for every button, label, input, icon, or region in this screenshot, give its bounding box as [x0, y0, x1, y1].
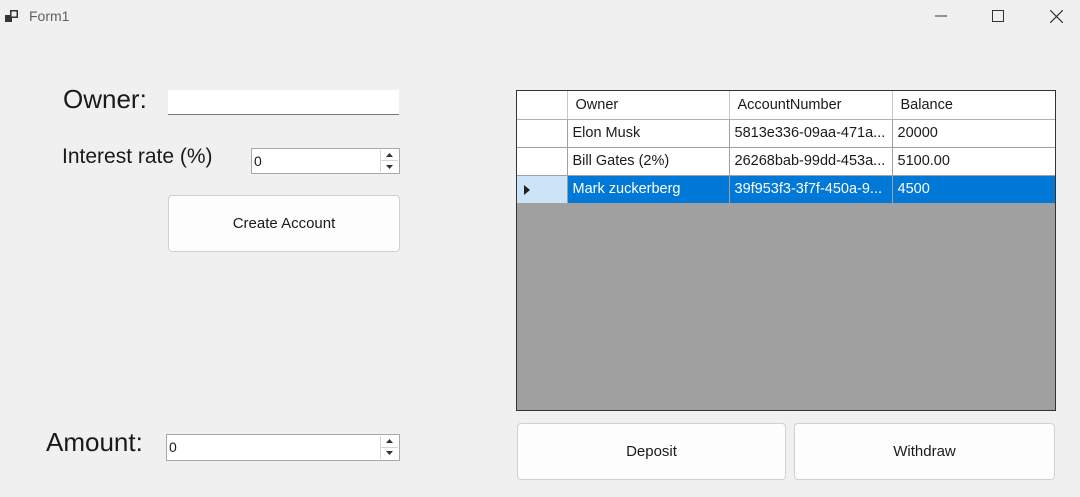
title-bar: Form1 — [0, 0, 1080, 34]
window-title: Form1 — [29, 8, 70, 24]
owner-input[interactable] — [168, 90, 399, 115]
cell-balance[interactable]: 5100.00 — [892, 147, 1055, 176]
owner-label: Owner: — [63, 84, 147, 114]
spin-down-icon — [386, 451, 393, 456]
accounts-grid[interactable]: Owner AccountNumber Balance Elon Musk 58… — [516, 90, 1056, 411]
accounts-table: Owner AccountNumber Balance Elon Musk 58… — [517, 91, 1055, 204]
create-account-button[interactable]: Create Account — [168, 195, 400, 252]
interest-rate-stepper[interactable]: 0 — [251, 148, 400, 174]
amount-label: Amount: — [46, 427, 143, 457]
spin-up-icon — [386, 439, 393, 444]
cell-owner[interactable]: Elon Musk — [567, 119, 730, 148]
cell-owner[interactable]: Bill Gates (2%) — [567, 147, 730, 176]
amount-value[interactable]: 0 — [169, 439, 177, 455]
minimize-button[interactable] — [912, 0, 970, 32]
column-header-balance[interactable]: Balance — [892, 91, 1055, 120]
spin-down-icon — [386, 164, 393, 169]
close-icon — [1049, 9, 1063, 23]
table-row[interactable]: Bill Gates (2%) 26268bab-99dd-453a... 51… — [517, 147, 1055, 176]
withdraw-button[interactable]: Withdraw — [794, 423, 1055, 480]
minimize-icon — [935, 15, 947, 17]
column-header-account-number[interactable]: AccountNumber — [729, 91, 893, 120]
table-row-selected[interactable]: Mark zuckerberg 39f953f3-3f7f-450a-9... … — [517, 175, 1055, 204]
close-button[interactable] — [1027, 0, 1080, 32]
row-pointer-icon — [524, 184, 530, 195]
interest-rate-up-button[interactable] — [381, 150, 398, 161]
column-header-owner[interactable]: Owner — [567, 91, 730, 120]
row-header[interactable] — [517, 119, 568, 148]
amount-up-button[interactable] — [381, 436, 398, 448]
cell-owner[interactable]: Mark zuckerberg — [567, 175, 730, 204]
row-header[interactable] — [517, 175, 568, 204]
app-icon — [5, 10, 18, 22]
cell-account-number[interactable]: 26268bab-99dd-453a... — [729, 147, 893, 176]
spin-up-icon — [386, 153, 393, 157]
interest-rate-value[interactable]: 0 — [254, 153, 262, 169]
amount-stepper[interactable]: 0 — [166, 434, 400, 461]
amount-down-button[interactable] — [381, 448, 398, 460]
maximize-button[interactable] — [969, 0, 1027, 32]
interest-rate-label: Interest rate (%) — [62, 145, 213, 168]
grid-header-row: Owner AccountNumber Balance — [517, 91, 1055, 120]
row-header[interactable] — [517, 147, 568, 176]
withdraw-label: Withdraw — [893, 443, 956, 460]
cell-account-number[interactable]: 39f953f3-3f7f-450a-9... — [729, 175, 893, 204]
cell-balance[interactable]: 20000 — [892, 119, 1055, 148]
interest-rate-down-button[interactable] — [381, 161, 398, 172]
cell-account-number[interactable]: 5813e336-09aa-471a... — [729, 119, 893, 148]
cell-balance[interactable]: 4500 — [892, 175, 1055, 204]
deposit-button[interactable]: Deposit — [517, 423, 786, 480]
deposit-label: Deposit — [626, 443, 677, 460]
create-account-label: Create Account — [232, 215, 336, 232]
maximize-icon — [992, 10, 1004, 22]
table-row[interactable]: Elon Musk 5813e336-09aa-471a... 20000 — [517, 119, 1055, 148]
row-header-corner — [517, 91, 568, 120]
